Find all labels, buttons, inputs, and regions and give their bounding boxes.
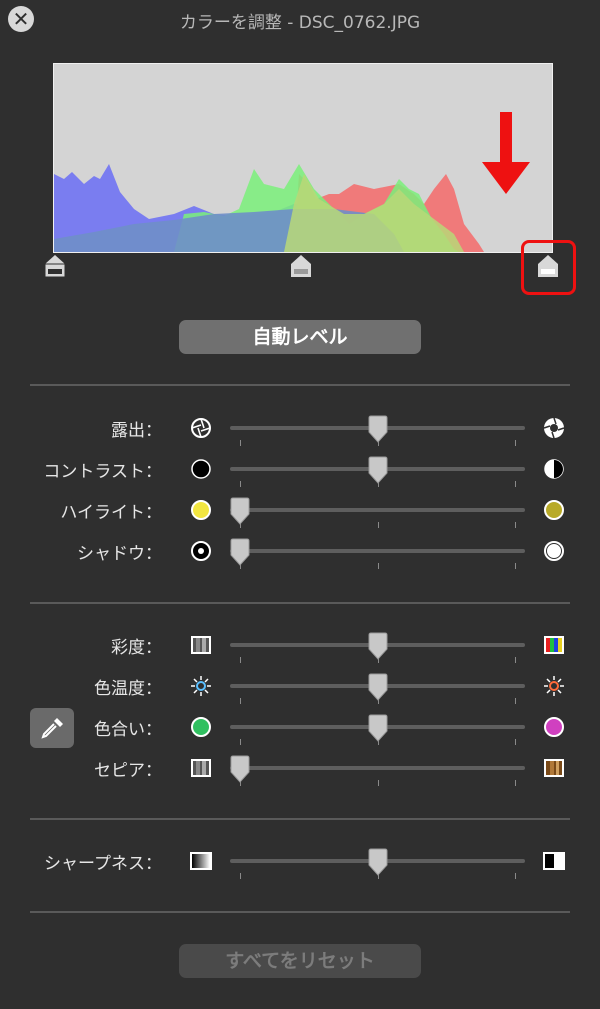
slider-tick [515,698,516,704]
slider-tick [515,440,516,446]
slider-tick [240,440,241,446]
magenta-circle-icon [542,715,566,739]
midpoint-marker [291,255,311,277]
histogram [53,63,553,253]
slider-track[interactable] [230,766,525,770]
white-circle-icon [542,539,566,563]
reset-all-button: すべてをリセット [179,944,421,978]
sharp-edge-icon [542,849,566,873]
slider-tick [515,739,516,745]
slider-track[interactable] [230,549,525,553]
slider-label: コントラスト： [43,462,162,482]
divider [30,911,570,913]
warm-sun-icon [542,674,566,698]
slider-tick [515,873,516,879]
slider-tick [240,481,241,487]
level-markers[interactable] [0,250,600,290]
soft-edge-icon [189,849,213,873]
color-swatch-icon [542,633,566,657]
slider-thumb[interactable] [367,673,389,703]
slider-thumb[interactable] [229,755,251,785]
histogram-graph [54,64,552,252]
slider-tick [240,657,241,663]
slider-thumb[interactable] [367,848,389,878]
aperture-closed-icon [189,416,213,440]
sepia-swatch-icon [542,756,566,780]
slider-thumb[interactable] [367,714,389,744]
aperture-open-icon [542,416,566,440]
slider-tick [240,873,241,879]
slider-tick [515,522,516,528]
slider-label: 色温度： [94,679,162,699]
gray-swatch-icon [189,633,213,657]
slider-tick [240,698,241,704]
yellow-circle-icon [189,498,213,522]
slider-thumb[interactable] [229,538,251,568]
slider-thumb[interactable] [367,632,389,662]
white-point-highlight [521,240,576,295]
green-circle-icon [189,715,213,739]
slider-tick [377,563,379,569]
slider-track[interactable] [230,508,525,512]
slider-tick [240,739,241,745]
slider-tick [515,780,516,786]
slider-tick [377,780,379,786]
half-circle-icon [542,457,566,481]
filled-circle-icon [189,457,213,481]
slider-thumb[interactable] [367,456,389,486]
slider-label: 色合い： [94,720,162,740]
slider-tick [515,481,516,487]
slider-label: ハイライト： [60,503,162,523]
slider-thumb[interactable] [367,415,389,445]
title-bar: ✕ カラーを調整 - DSC_0762.JPG [0,0,600,38]
cool-sun-icon [189,674,213,698]
slider-label: シャドウ： [77,544,162,564]
slider-tick [515,563,516,569]
slider-tick [515,657,516,663]
slider-thumb[interactable] [229,497,251,527]
divider [30,602,570,604]
slider-label: 彩度： [111,638,162,658]
slider-label: シャープネス： [44,854,162,874]
window-title: カラーを調整 - DSC_0762.JPG [179,13,421,33]
slider-tick [377,522,379,528]
divider [30,818,570,820]
dot-circle-icon [189,539,213,563]
slider-label: セピア： [94,761,162,781]
divider [30,384,570,386]
olive-circle-icon [542,498,566,522]
black-point-marker [44,255,66,278]
auto-level-button[interactable]: 自動レベル [179,320,421,354]
slider-label: 露出： [111,421,162,441]
gray-swatch-icon [189,756,213,780]
